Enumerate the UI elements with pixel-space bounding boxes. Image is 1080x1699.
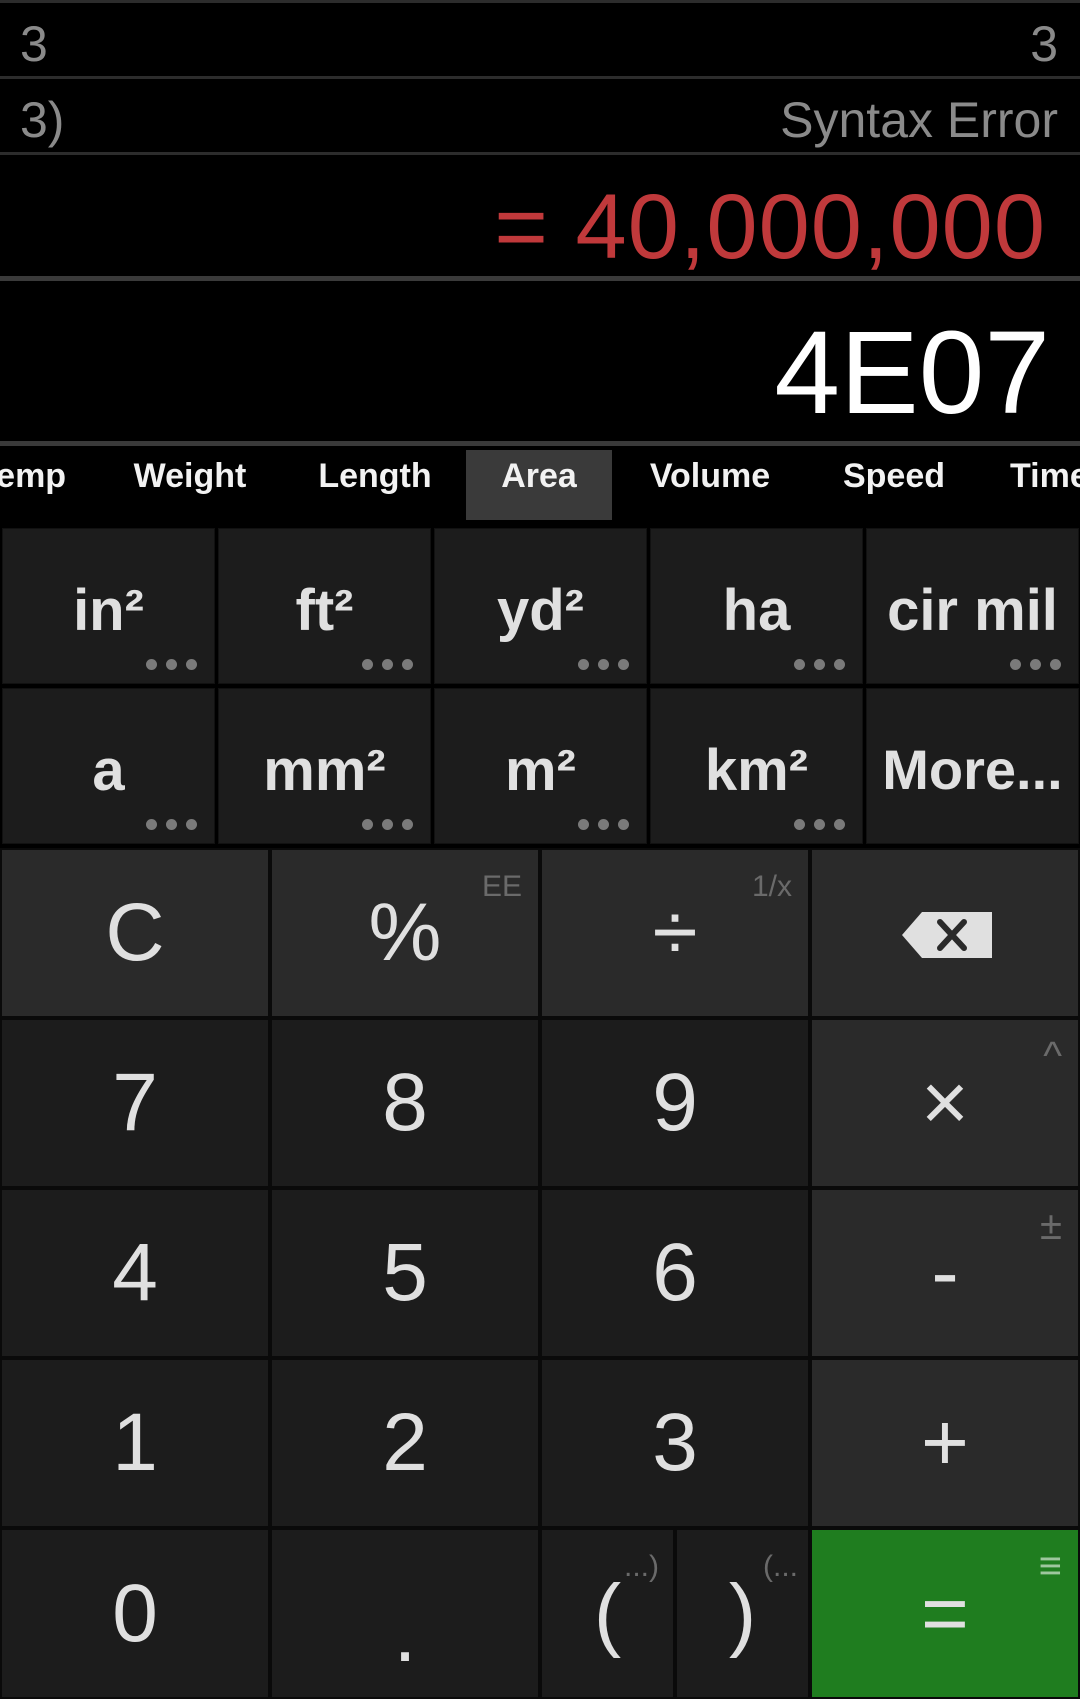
history-menu-icon: ≡ (1038, 1544, 1062, 1588)
result-display[interactable]: = 40,000,000 (0, 152, 1080, 278)
tab-time[interactable]: Time (1010, 450, 1080, 520)
digit-2-button[interactable]: 2 (270, 1358, 540, 1528)
equals-button[interactable]: = ≡ (810, 1528, 1080, 1699)
tab-area[interactable]: Area (466, 450, 612, 520)
more-options-icon (578, 659, 632, 671)
tab-volume[interactable]: Volume (624, 450, 796, 520)
digit-5-button[interactable]: 5 (270, 1188, 540, 1358)
unit-button-cir-mil[interactable]: cir mil (866, 528, 1079, 684)
plus-minus-label: ± (1040, 1204, 1062, 1248)
unit-button-yd2[interactable]: yd² (434, 528, 647, 684)
open-paren-button[interactable]: ( ...) (540, 1528, 675, 1699)
digit-0-button[interactable]: 0 (0, 1528, 270, 1699)
category-tabs[interactable]: Temp Weight Length Area Volume Speed Tim… (0, 450, 1080, 520)
digit-7-button[interactable]: 7 (0, 1018, 270, 1188)
more-options-icon (146, 819, 200, 831)
digit-3-button[interactable]: 3 (540, 1358, 810, 1528)
unit-button-more[interactable]: More... (866, 688, 1079, 844)
backspace-button[interactable] (810, 848, 1080, 1018)
tab-speed[interactable]: Speed (814, 450, 974, 520)
percent-button[interactable]: % EE (270, 848, 540, 1018)
backspace-icon (902, 912, 992, 958)
reciprocal-label: 1/x (751, 870, 792, 903)
clear-button[interactable]: C (0, 848, 270, 1018)
multiply-button[interactable]: × ^ (810, 1018, 1080, 1188)
history-result: Syntax Error (780, 92, 1058, 148)
more-options-icon (794, 819, 848, 831)
minus-button[interactable]: - ± (810, 1188, 1080, 1358)
history-expression: 3 (20, 16, 48, 72)
unit-button-a[interactable]: a (2, 688, 215, 844)
more-options-icon (578, 819, 632, 831)
divide-button[interactable]: ÷ 1/x (540, 848, 810, 1018)
decimal-point-button[interactable]: . (270, 1528, 540, 1699)
digit-1-button[interactable]: 1 (0, 1358, 270, 1528)
tab-temp[interactable]: Temp (0, 450, 80, 520)
history-expression: 3) (20, 92, 65, 148)
tab-weight[interactable]: Weight (100, 450, 280, 520)
more-options-icon (794, 659, 848, 671)
unit-button-ft2[interactable]: ft² (218, 528, 431, 684)
expression-value: 4E07 (774, 307, 1050, 439)
result-value: = 40,000,000 (494, 176, 1046, 278)
unit-button-ha[interactable]: ha (650, 528, 863, 684)
more-options-icon (1010, 659, 1064, 671)
expression-display[interactable]: 4E07 (0, 276, 1080, 446)
unit-grid: in² ft² yd² ha cir mil a mm² m² km² More… (0, 526, 1080, 846)
close-paren-button[interactable]: ) (... (675, 1528, 810, 1699)
unit-button-mm2[interactable]: mm² (218, 688, 431, 844)
history-result: 3 (1030, 16, 1058, 72)
open-paren-hint: ...) (624, 1550, 659, 1583)
unit-button-in2[interactable]: in² (2, 528, 215, 684)
digit-8-button[interactable]: 8 (270, 1018, 540, 1188)
digit-4-button[interactable]: 4 (0, 1188, 270, 1358)
unit-button-m2[interactable]: m² (434, 688, 647, 844)
unit-button-km2[interactable]: km² (650, 688, 863, 844)
digit-9-button[interactable]: 9 (540, 1018, 810, 1188)
more-options-icon (146, 659, 200, 671)
close-paren-hint: (... (763, 1550, 798, 1583)
more-options-icon (362, 819, 416, 831)
ee-label: EE (481, 870, 522, 903)
plus-button[interactable]: + (810, 1358, 1080, 1528)
digit-6-button[interactable]: 6 (540, 1188, 810, 1358)
history-row[interactable]: 3) Syntax Error (0, 76, 1080, 150)
power-label: ^ (1043, 1034, 1062, 1078)
more-options-icon (362, 659, 416, 671)
tab-length[interactable]: Length (290, 450, 460, 520)
history-row[interactable]: 3 3 (0, 0, 1080, 74)
